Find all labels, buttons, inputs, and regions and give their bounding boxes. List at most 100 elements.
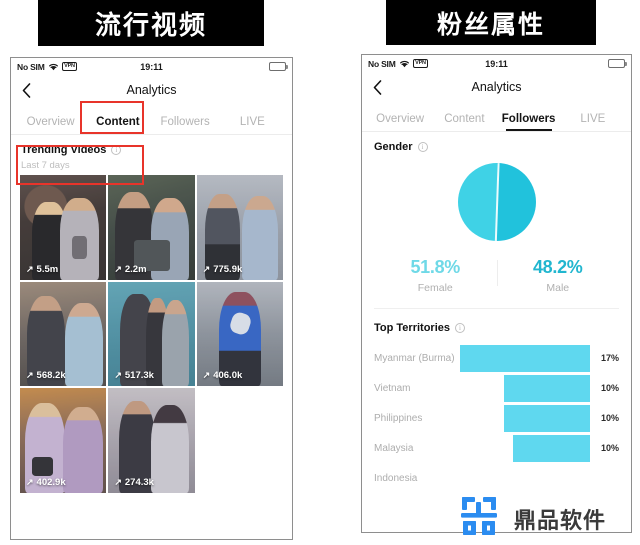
battery-icon — [269, 62, 288, 71]
video-view-count: ↗ 568.2k — [26, 370, 66, 381]
video-thumbnail-card[interactable]: ↗ 2.2m — [108, 175, 195, 280]
back-chevron-icon[interactable] — [19, 82, 33, 98]
territory-bar-track — [460, 344, 593, 372]
screenshot-root: 流行视频 粉丝属性 No SIM VPN 19:11 Analytics Ove… — [0, 0, 640, 545]
video-view-count: ↗ 2.2m — [114, 264, 146, 275]
video-thumbnail-card[interactable]: ↗ 402.9k — [20, 388, 107, 493]
trending-videos-title-row: Trending Videos i — [21, 144, 282, 156]
tab-followers[interactable]: Followers — [497, 113, 561, 131]
tab-bar: Overview Content Followers LIVE — [362, 102, 631, 132]
carrier-label: No SIM — [17, 61, 45, 72]
trending-videos-header: Trending Videos i Last 7 days — [11, 135, 292, 175]
info-icon[interactable]: i — [455, 323, 465, 333]
arrow-up-right-icon: ↗ — [202, 370, 211, 381]
back-chevron-icon[interactable] — [370, 79, 384, 95]
info-icon[interactable]: i — [111, 145, 122, 155]
top-territories-section: Top Territories i Myanmar (Burma) 17% Vi… — [362, 309, 631, 493]
wifi-icon — [399, 59, 410, 68]
territory-bar — [504, 374, 590, 402]
arrow-up-right-icon: ↗ — [114, 370, 122, 381]
video-view-count-value: 406.0k — [213, 370, 243, 382]
arrow-up-right-icon: ↗ — [26, 370, 34, 381]
arrow-up-right-icon: ↗ — [202, 263, 211, 274]
top-territories-title: Top Territories — [374, 322, 450, 334]
territory-bar — [504, 404, 590, 432]
page-title: Analytics — [126, 83, 177, 97]
caption-banner-left-text: 流行视频 — [94, 10, 207, 41]
tab-content[interactable]: Content — [84, 116, 151, 134]
male-label: Male — [546, 282, 570, 294]
gender-legend-male: 48.2% Male — [496, 257, 620, 294]
territory-row: Vietnam 10% — [374, 373, 619, 403]
tab-overview[interactable]: Overview — [17, 116, 84, 134]
video-view-count-value: 5.5m — [36, 263, 59, 275]
video-view-count: ↗ 274.3k — [114, 477, 154, 488]
gender-section: Gender i 51.8% Female 48.2% Male — [362, 132, 631, 308]
trending-videos-grid: ↗ 5.5m ↗ 2.2m ↗ 775.9k ↗ 568.2k ↗ 517.3k… — [11, 175, 292, 493]
territory-row: Malaysia 10% — [374, 433, 619, 463]
pie-chart-graphic — [457, 163, 536, 241]
pie-slice-male — [496, 163, 536, 241]
female-percentage: 51.8% — [410, 257, 461, 277]
phone-screenshot-right: No SIM VPN 19:11 Analytics Overview Cont… — [361, 54, 632, 533]
female-label: Female — [417, 282, 453, 294]
watermark: 鼎品软件 — [460, 494, 606, 543]
arrow-up-right-icon: ↗ — [114, 263, 122, 274]
territory-percentage: 10% — [600, 443, 619, 453]
video-view-count-value: 274.3k — [124, 476, 154, 488]
top-territories-title-row: Top Territories i — [374, 322, 619, 334]
tab-overview[interactable]: Overview — [368, 113, 432, 131]
territory-row: Indonesia — [374, 463, 619, 493]
video-thumbnail-card[interactable]: ↗ 406.0k — [196, 281, 283, 387]
video-view-count: ↗ 406.0k — [203, 370, 243, 381]
arrow-up-right-icon: ↗ — [114, 476, 122, 487]
status-bar-left: No SIM VPN — [17, 61, 78, 72]
video-thumbnail-card[interactable]: ↗ 568.2k — [20, 281, 107, 387]
caption-banner-right: 粉丝属性 — [386, 0, 596, 45]
info-icon[interactable]: i — [417, 142, 428, 152]
video-view-count-value: 402.9k — [36, 476, 66, 488]
grid-empty-slot — [197, 388, 283, 493]
dingpin-logo-icon — [460, 494, 506, 543]
phone-screenshot-left: No SIM VPN 19:11 Analytics Overview Cont… — [10, 57, 293, 540]
territory-bar — [460, 344, 590, 372]
territory-name: Myanmar (Burma) — [374, 352, 455, 364]
arrow-up-right-icon: ↗ — [26, 476, 34, 487]
caption-banner-left: 流行视频 — [38, 0, 264, 46]
video-thumbnail-card[interactable]: ↗ 5.5m — [20, 175, 107, 280]
video-view-count-value: 775.9k — [213, 263, 243, 275]
tab-content[interactable]: Content — [432, 113, 496, 131]
territory-row: Myanmar (Burma) 17% — [374, 343, 619, 373]
tab-live[interactable]: LIVE — [561, 113, 625, 131]
gender-legend-female: 51.8% Female — [374, 257, 497, 294]
gender-pie-chart — [374, 163, 619, 241]
tab-live[interactable]: LIVE — [219, 116, 286, 134]
gender-title: Gender — [374, 141, 413, 153]
tab-followers[interactable]: Followers — [152, 116, 219, 134]
arrow-up-right-icon: ↗ — [26, 263, 34, 274]
video-view-count: ↗ 775.9k — [203, 264, 243, 275]
video-view-count-value: 2.2m — [124, 263, 147, 275]
tab-bar: Overview Content Followers LIVE — [11, 105, 292, 135]
video-view-count-value: 517.3k — [124, 370, 154, 382]
territory-name: Philippines — [374, 412, 423, 424]
gender-legend: 51.8% Female 48.2% Male — [374, 257, 619, 308]
video-thumbnail-card[interactable]: ↗ 517.3k — [108, 281, 195, 387]
vpn-badge: VPN — [61, 62, 78, 71]
video-view-count: ↗ 5.5m — [26, 264, 58, 275]
vpn-badge: VPN — [412, 59, 429, 68]
territory-name: Malaysia — [374, 442, 414, 454]
territory-name: Indonesia — [374, 472, 418, 484]
video-thumbnail-card[interactable]: ↗ 274.3k — [108, 388, 195, 493]
trending-videos-subtitle: Last 7 days — [21, 160, 70, 171]
video-view-count-value: 568.2k — [36, 370, 66, 382]
status-bar: No SIM VPN 19:11 — [11, 58, 292, 75]
status-bar: No SIM VPN 19:11 — [362, 55, 631, 72]
territory-percentage: 10% — [600, 383, 619, 393]
top-territories-chart: Myanmar (Burma) 17% Vietnam 10% Philippi… — [374, 343, 619, 493]
carrier-label: No SIM — [368, 58, 396, 69]
battery-icon — [608, 59, 627, 68]
nav-bar: Analytics — [362, 72, 631, 102]
video-thumbnail-card[interactable]: ↗ 775.9k — [196, 175, 283, 280]
territory-percentage: 10% — [600, 413, 619, 423]
